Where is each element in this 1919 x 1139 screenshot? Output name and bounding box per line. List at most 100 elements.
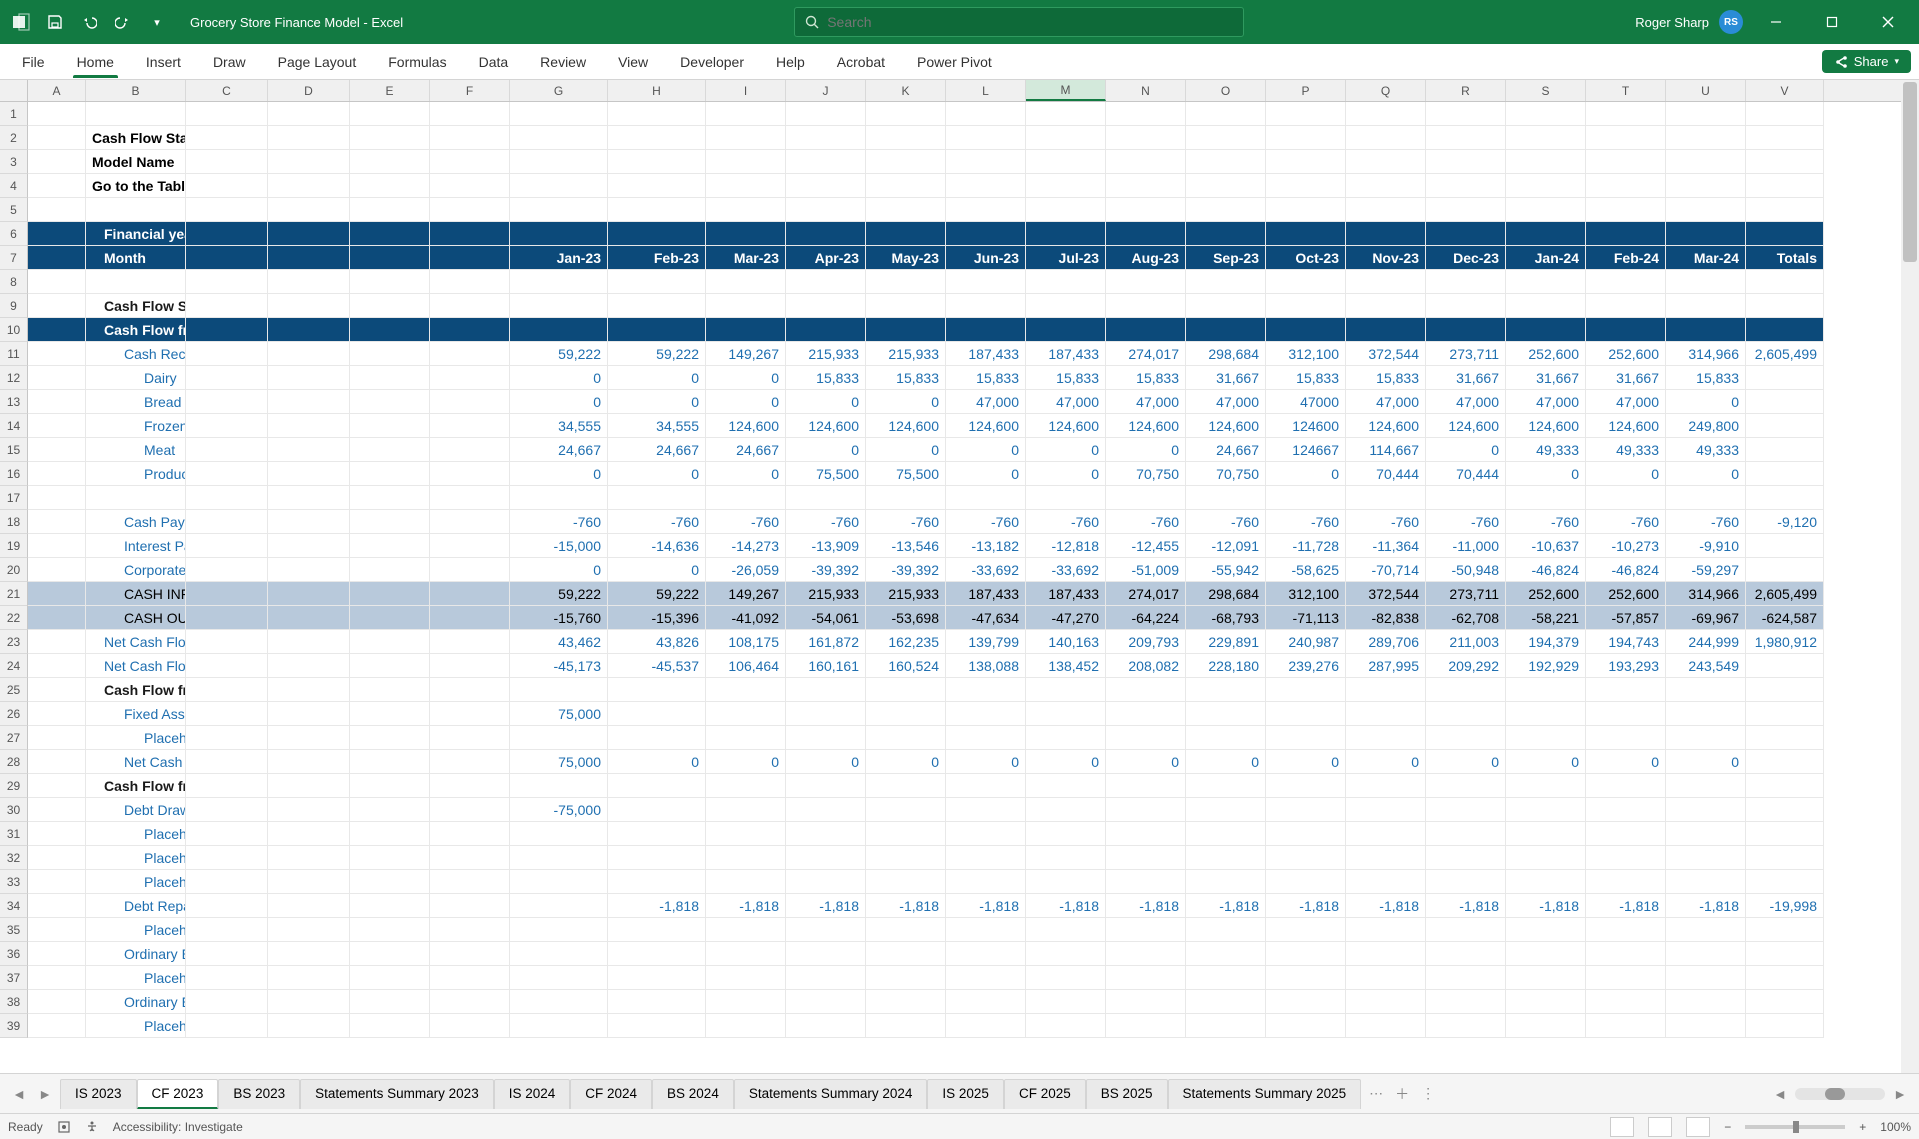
cell[interactable]: 0	[608, 390, 706, 414]
cell[interactable]	[510, 966, 608, 990]
cell[interactable]	[608, 798, 706, 822]
cell[interactable]	[1106, 846, 1186, 870]
cell[interactable]	[1666, 102, 1746, 126]
cell[interactable]: 249,800	[1666, 414, 1746, 438]
cell[interactable]	[268, 126, 350, 150]
cell[interactable]	[430, 558, 510, 582]
cell[interactable]	[946, 102, 1026, 126]
cell[interactable]: Net Cash Flow from Operating Activities	[86, 630, 186, 654]
cell[interactable]	[1506, 726, 1586, 750]
cell[interactable]	[786, 678, 866, 702]
cell[interactable]	[28, 846, 86, 870]
cell[interactable]: 192,929	[1506, 654, 1586, 678]
row-header[interactable]: 13	[0, 390, 28, 414]
cell[interactable]	[1026, 126, 1106, 150]
cell[interactable]	[430, 582, 510, 606]
cell[interactable]: 138,452	[1026, 654, 1106, 678]
cell[interactable]: Cash Payments	[86, 510, 186, 534]
cell[interactable]	[1506, 990, 1586, 1014]
undo-button[interactable]	[76, 9, 102, 35]
cell[interactable]	[866, 174, 946, 198]
cell[interactable]	[28, 462, 86, 486]
cell[interactable]: -11,728	[1266, 534, 1346, 558]
cell[interactable]: Debt Drawdowns	[86, 798, 186, 822]
row-header[interactable]: 33	[0, 870, 28, 894]
cell[interactable]: 298,684	[1186, 342, 1266, 366]
cell[interactable]: 49,333	[1506, 438, 1586, 462]
cell[interactable]: -760	[946, 510, 1026, 534]
cell[interactable]	[1666, 942, 1746, 966]
cell[interactable]	[186, 558, 268, 582]
cell[interactable]	[786, 1014, 866, 1038]
column-header-D[interactable]: D	[268, 80, 350, 101]
cell[interactable]	[1186, 174, 1266, 198]
minimize-button[interactable]	[1753, 0, 1799, 44]
cell[interactable]: -1,818	[1106, 894, 1186, 918]
cell[interactable]	[1506, 294, 1586, 318]
cell[interactable]	[28, 702, 86, 726]
cell[interactable]	[1026, 846, 1106, 870]
cell[interactable]	[1586, 1014, 1666, 1038]
cell[interactable]	[350, 822, 430, 846]
cell[interactable]	[946, 198, 1026, 222]
cell[interactable]	[866, 198, 946, 222]
cell[interactable]: CASH OUTFLOW	[86, 606, 186, 630]
cell[interactable]	[1426, 990, 1506, 1014]
cell[interactable]	[1266, 942, 1346, 966]
cell[interactable]	[786, 822, 866, 846]
cell[interactable]	[86, 198, 186, 222]
sheet-nav-next[interactable]: ►	[34, 1083, 56, 1105]
cell[interactable]	[706, 318, 786, 342]
cell[interactable]: -760	[1666, 510, 1746, 534]
cell[interactable]	[1106, 222, 1186, 246]
cell[interactable]: 49,333	[1586, 438, 1666, 462]
cell[interactable]	[1426, 702, 1506, 726]
row-header[interactable]: 5	[0, 198, 28, 222]
cell[interactable]	[1346, 150, 1426, 174]
cell[interactable]	[1186, 774, 1266, 798]
cell[interactable]: 274,017	[1106, 582, 1186, 606]
cell[interactable]	[1666, 126, 1746, 150]
cell[interactable]	[268, 342, 350, 366]
cell[interactable]	[1346, 990, 1426, 1014]
cell[interactable]: 47,000	[1106, 390, 1186, 414]
cell[interactable]: 149,267	[706, 582, 786, 606]
view-page-break-button[interactable]	[1686, 1117, 1710, 1137]
cell[interactable]	[608, 990, 706, 1014]
cell[interactable]	[1506, 774, 1586, 798]
cell[interactable]	[1746, 366, 1824, 390]
cell[interactable]: Mar-24	[1666, 246, 1746, 270]
cell[interactable]	[1506, 966, 1586, 990]
cell[interactable]	[1026, 174, 1106, 198]
cell[interactable]	[1746, 126, 1824, 150]
column-header-H[interactable]: H	[608, 80, 706, 101]
cell[interactable]	[28, 366, 86, 390]
cell[interactable]	[268, 966, 350, 990]
cell[interactable]: 0	[786, 390, 866, 414]
cell[interactable]	[866, 726, 946, 750]
cell[interactable]: Model Name	[86, 150, 186, 174]
cell[interactable]	[1346, 870, 1426, 894]
row-header[interactable]: 2	[0, 126, 28, 150]
cell[interactable]	[1426, 198, 1506, 222]
cell[interactable]	[1266, 126, 1346, 150]
cell[interactable]: -26,059	[706, 558, 786, 582]
row-header[interactable]: 15	[0, 438, 28, 462]
macro-recorder-icon[interactable]	[57, 1120, 71, 1134]
cell[interactable]	[268, 222, 350, 246]
cell[interactable]	[608, 774, 706, 798]
cell[interactable]: Fixed Assets Capital Expenditure	[86, 702, 186, 726]
cell[interactable]	[1746, 966, 1824, 990]
cell[interactable]	[866, 918, 946, 942]
cell[interactable]	[1506, 222, 1586, 246]
column-header-K[interactable]: K	[866, 80, 946, 101]
cell[interactable]: -13,546	[866, 534, 946, 558]
cell[interactable]	[1746, 942, 1824, 966]
cell[interactable]	[1346, 222, 1426, 246]
cell[interactable]: 314,966	[1666, 342, 1746, 366]
cell[interactable]	[430, 726, 510, 750]
cell[interactable]	[1746, 270, 1824, 294]
cell[interactable]	[946, 846, 1026, 870]
cell[interactable]	[1186, 222, 1266, 246]
cell[interactable]	[1106, 150, 1186, 174]
